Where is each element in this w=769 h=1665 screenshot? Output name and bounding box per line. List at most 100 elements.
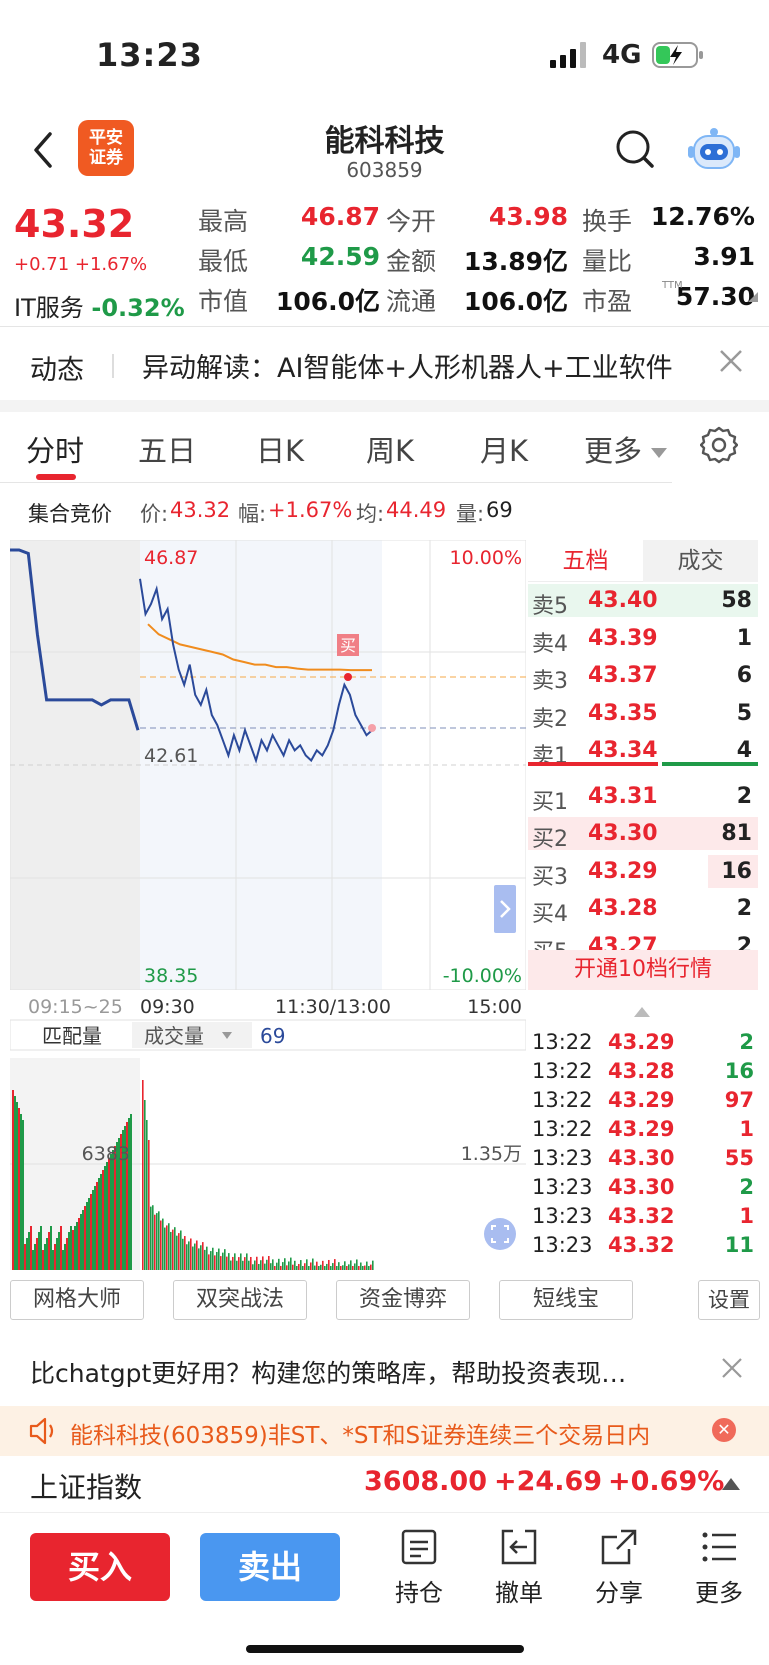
index-name: 上证指数 <box>30 1471 143 1504</box>
volume-bar <box>314 1265 316 1270</box>
tab-intraday[interactable]: 分时 <box>26 428 84 470</box>
tab-more[interactable]: 更多 <box>584 428 668 470</box>
tab-five-level[interactable]: 五档 <box>528 540 643 582</box>
level-price: 43.34 <box>588 738 658 763</box>
ask-row[interactable]: 卖4 43.39 1 <box>528 620 758 657</box>
volume-bar <box>274 1266 276 1270</box>
volume-bar <box>150 1206 152 1270</box>
expand-up-icon[interactable] <box>722 1478 740 1490</box>
bid-row[interactable]: 买3 43.29 16 <box>528 853 758 890</box>
stat-label: 最低 <box>198 247 249 276</box>
promo-banner[interactable]: 比chatgpt更好用？构建您的策略库，帮助投资表现… <box>0 1336 769 1406</box>
holdings-button[interactable]: 持仓 <box>384 1527 454 1617</box>
fullscreen-button[interactable] <box>484 1218 516 1250</box>
intraday-chart[interactable]: 买 46.87 42.61 38.35 10.00% -10.00% 09:15… <box>9 539 527 1270</box>
auction-volume-bar <box>32 1250 34 1270</box>
short-term-button[interactable]: 短线宝 <box>499 1280 633 1320</box>
close-icon[interactable] <box>718 348 744 374</box>
volume-bar <box>254 1260 256 1270</box>
fund-game-button[interactable]: 资金博弈 <box>336 1280 470 1320</box>
more-button[interactable]: 更多 <box>684 1527 754 1617</box>
close-icon[interactable]: ✕ <box>712 1418 736 1442</box>
grid-master-button[interactable]: 网格大师 <box>10 1280 144 1320</box>
auction-volume-bar <box>42 1250 44 1270</box>
side-expand-handle[interactable] <box>494 885 516 933</box>
volume-bar <box>304 1263 306 1270</box>
ask-row[interactable]: 卖3 43.37 6 <box>528 657 758 694</box>
tab-five-day[interactable]: 五日 <box>138 428 196 470</box>
tab-monthly-k[interactable]: 月K <box>480 428 528 470</box>
trade-volume: 2 <box>739 1030 754 1054</box>
index-value: 3608.00 <box>364 1466 487 1497</box>
ask-row[interactable]: 卖2 43.35 5 <box>528 695 758 732</box>
level-label: 卖3 <box>532 669 568 694</box>
volume-bar <box>264 1263 266 1270</box>
ask-row[interactable]: 卖5 43.40 58 <box>528 582 758 619</box>
buy-button[interactable]: 买入 <box>30 1533 170 1601</box>
volume-bar <box>328 1259 330 1270</box>
auction-volume-bar <box>82 1210 84 1270</box>
auction-volume-bar <box>76 1222 78 1270</box>
chart-high-label: 46.87 <box>144 547 198 569</box>
volume-bar <box>372 1260 374 1270</box>
level-label: 买2 <box>532 827 568 852</box>
trade-time: 13:23 <box>532 1175 593 1199</box>
tab-weekly-k[interactable]: 周K <box>366 428 414 470</box>
volume-tab[interactable]: 成交量 <box>144 1024 204 1048</box>
volume-bar <box>166 1225 168 1270</box>
upgrade-level10-button[interactable]: 开通10档行情 <box>528 950 758 990</box>
share-button[interactable]: 分享 <box>584 1527 654 1617</box>
close-icon[interactable] <box>720 1356 744 1380</box>
chart-mid-label: 42.61 <box>144 745 198 767</box>
intraday-chart-svg[interactable]: 买 46.87 42.61 38.35 10.00% -10.00% 09:15… <box>9 539 527 1270</box>
tab-daily-k[interactable]: 日K <box>256 428 304 470</box>
volume-bar <box>300 1260 302 1270</box>
market-index-bar[interactable]: 上证指数 3608.00 +24.69 +0.69% <box>0 1456 769 1512</box>
volume-bar <box>204 1249 206 1270</box>
buy-marker: 买 <box>340 636 356 655</box>
level-volume: 58 <box>721 588 752 613</box>
auction-volume-bar <box>44 1244 46 1270</box>
volume-left-label: 6383 <box>82 1143 130 1165</box>
search-icon[interactable] <box>612 126 658 172</box>
volume-bar <box>206 1246 208 1270</box>
sell-button[interactable]: 卖出 <box>200 1533 340 1601</box>
volume-bar <box>222 1252 224 1270</box>
double-breakout-button[interactable]: 双突战法 <box>173 1280 307 1320</box>
volume-value: 69 <box>260 1024 285 1048</box>
bid-row[interactable]: 买1 43.31 2 <box>528 778 758 815</box>
auction-volume-bar <box>50 1226 52 1270</box>
notice-text[interactable]: 异动解读：AI智能体+人形机器人+工业软件 <box>142 346 673 385</box>
stat-value: 57.30 <box>675 282 755 311</box>
auction-volume-bar <box>86 1202 88 1270</box>
match-volume-tab[interactable]: 匹配量 <box>42 1024 102 1048</box>
volume-bar <box>288 1261 290 1270</box>
risk-warning-bar[interactable]: 能科科技(603859)非ST、*ST和S证券连续三个交易日内 ✕ <box>0 1406 769 1456</box>
promo-text[interactable]: 比chatgpt更好用？构建您的策略库，帮助投资表现… <box>30 1354 626 1390</box>
auction-volume-bar <box>92 1190 94 1270</box>
bid-row[interactable]: 买2 43.30 81 <box>528 815 758 852</box>
auction-volume-bar <box>40 1226 42 1270</box>
level-label: 卖4 <box>532 631 568 657</box>
volume-bar <box>246 1253 248 1270</box>
trade-price: 43.30 <box>608 1146 675 1170</box>
cancel-order-button[interactable]: 撤单 <box>484 1527 554 1617</box>
time-label-open: 09:30 <box>140 996 195 1018</box>
sector-change[interactable]: IT服务 -0.32% <box>14 288 185 323</box>
collapse-arrow-icon[interactable] <box>634 1007 650 1017</box>
news-notice-bar[interactable]: 动态 异动解读：AI智能体+人形机器人+工业软件 <box>0 330 769 400</box>
settings-button[interactable]: 设置 <box>698 1280 760 1320</box>
volume-bar <box>266 1259 268 1270</box>
gear-icon[interactable] <box>700 426 738 464</box>
volume-bar <box>168 1223 170 1270</box>
active-tab-indicator <box>36 474 76 480</box>
bid-row[interactable]: 买4 43.28 2 <box>528 890 758 927</box>
tab-trades[interactable]: 成交 <box>643 540 758 582</box>
auction-volume-bar <box>30 1226 32 1270</box>
level-volume: 4 <box>736 738 752 763</box>
volume-bar <box>362 1266 364 1270</box>
volume-bar <box>240 1253 242 1270</box>
ai-robot-icon[interactable] <box>686 124 742 174</box>
ttm-label: TTM <box>662 280 683 291</box>
volume-bar <box>354 1263 356 1270</box>
